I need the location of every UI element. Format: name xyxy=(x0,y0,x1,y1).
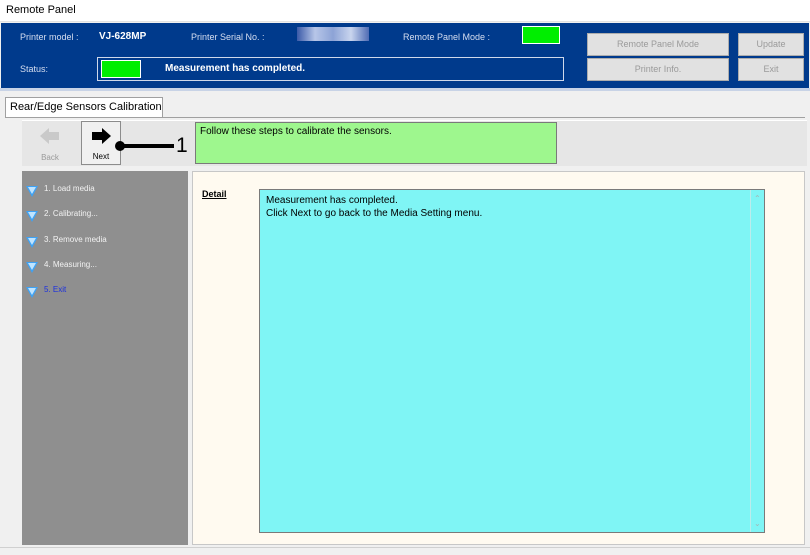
remote-panel-mode-button[interactable]: Remote Panel Mode xyxy=(587,33,729,56)
detail-label: Detail xyxy=(202,189,227,199)
detail-textbox[interactable]: Measurement has completed. Click Next to… xyxy=(259,189,765,533)
header-separator xyxy=(0,88,810,91)
back-button[interactable]: Back xyxy=(30,121,70,165)
arrow-left-icon xyxy=(40,128,59,144)
step-label: 5. Exit xyxy=(44,285,67,294)
back-button-label: Back xyxy=(41,153,59,162)
step-triangle-icon xyxy=(26,262,38,273)
remote-mode-indicator xyxy=(522,26,560,44)
remote-panel-window: Remote Panel Printer model : VJ-628MP Pr… xyxy=(0,0,810,555)
status-bar xyxy=(0,547,810,555)
step-triangle-icon xyxy=(26,287,38,298)
window-title: Remote Panel xyxy=(0,0,810,22)
serial-label: Printer Serial No. : xyxy=(191,32,265,42)
exit-button[interactable]: Exit xyxy=(738,58,804,81)
step-item-current: 5. Exit xyxy=(22,285,188,301)
step-label: 1. Load media xyxy=(44,184,95,193)
printer-info-button[interactable]: Printer Info. xyxy=(587,58,729,81)
steps-list: 1. Load media 2. Calibrating... 3. Remov… xyxy=(22,171,188,545)
remote-panel-mode-label: Remote Panel Mode : xyxy=(403,32,491,42)
next-button-label: Next xyxy=(92,152,110,161)
scroll-down-icon[interactable]: ⌄ xyxy=(754,517,761,530)
tab-divider xyxy=(5,117,805,118)
tab-rear-edge-sensors-calibration[interactable]: Rear/Edge Sensors Calibration xyxy=(5,97,163,117)
status-label: Status: xyxy=(20,64,49,74)
detail-line-1: Measurement has completed. xyxy=(266,195,398,206)
step-item: 4. Measuring... xyxy=(22,260,188,276)
step-triangle-icon xyxy=(26,237,38,248)
detail-line-2: Click Next to go back to the Media Setti… xyxy=(266,208,483,219)
step-item: 3. Remove media xyxy=(22,235,188,251)
step-triangle-icon xyxy=(26,211,38,222)
step-label: 4. Measuring... xyxy=(44,260,97,269)
serial-number-masked xyxy=(297,27,369,41)
step-label: 3. Remove media xyxy=(44,235,107,244)
step-item: 2. Calibrating... xyxy=(22,209,188,225)
printer-model-label: Printer model : xyxy=(20,32,79,42)
step-triangle-icon xyxy=(26,186,38,197)
status-indicator xyxy=(101,60,141,78)
callout-number: 1 xyxy=(176,134,188,157)
arrow-right-icon xyxy=(92,128,111,144)
status-value: Measurement has completed. xyxy=(165,63,306,74)
step-label: 2. Calibrating... xyxy=(44,209,98,218)
printer-model-value: VJ-628MP xyxy=(99,31,147,42)
scroll-up-icon[interactable]: ⌃ xyxy=(754,192,761,205)
instruction-message: Follow these steps to calibrate the sens… xyxy=(195,122,557,164)
callout-pointer-line xyxy=(124,144,174,148)
update-button[interactable]: Update xyxy=(738,33,804,56)
detail-scrollbar[interactable]: ⌃ ⌄ xyxy=(750,190,764,532)
step-item: 1. Load media xyxy=(22,184,188,200)
